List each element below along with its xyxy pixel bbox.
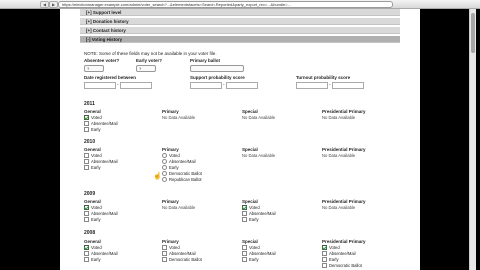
year-heading: 2009 [84,191,96,197]
turnout-from-input[interactable] [296,82,328,89]
absentee-label: Absentee voter? [84,58,120,63]
col-primary: Primary [162,199,179,204]
scrollbar[interactable] [469,9,476,270]
checkbox-absentee[interactable]: Absentee/Mail [242,251,276,257]
radio-voted[interactable]: Voted [162,153,180,159]
no-data-text: No Data Available [162,115,196,120]
section-donation-history[interactable]: [+] Donation history [80,18,400,25]
early-label: Early voter? [136,58,163,63]
checkbox-voted[interactable]: Voted [84,205,102,211]
checkbox-early[interactable]: Early [242,257,259,263]
mouse-cursor-icon: ☝ [153,173,162,180]
page-content: [+] Support level [+] Donation history [… [60,9,420,270]
primary-ballot-label: Primary ballot [190,58,221,63]
checkbox-absentee[interactable]: Absentee/Mail [322,251,356,257]
checkbox-voted[interactable]: Voted [84,153,102,159]
checkbox-early[interactable]: Early [84,217,101,223]
col-special: Special [242,147,258,152]
year-heading: 2008 [84,230,96,236]
arrow-left-icon[interactable]: ◀ [40,1,49,8]
col-presidential: Presidential Primary [322,199,366,204]
checkbox-voted[interactable]: Voted [84,115,102,121]
checkbox-absentee[interactable]: Absentee/Mail [162,251,196,257]
col-presidential: Presidential Primary [322,239,366,244]
col-general: General [84,199,101,204]
checkbox-democratic-ballot[interactable]: Democratic Ballot [162,257,202,263]
checkbox-early[interactable]: Early [84,257,101,263]
note-text: NOTE: Some of these fields may not be av… [84,51,217,56]
section-contact-history[interactable]: [+] Contact history [80,27,400,34]
checkbox-early[interactable]: Early [84,165,101,171]
no-data-text: No Data Available [322,205,356,210]
browser-toolbar: ◀ ▶ https://electionmanager.example.com/… [0,0,480,9]
col-special: Special [242,239,258,244]
col-general: General [84,239,101,244]
col-primary: Primary [162,147,179,152]
address-bar[interactable]: https://electionmanager.example.com/admi… [58,1,393,8]
year-heading: 2010 [84,139,96,145]
checkbox-early[interactable]: Early [84,127,101,133]
scrollbar-thumb[interactable] [471,13,475,53]
checkbox-early[interactable]: Early [322,257,339,263]
support-score-label: Support probability score [190,75,245,80]
col-general: General [84,147,101,152]
range-dash: - [329,82,331,87]
checkbox-voted[interactable]: Voted [242,205,260,211]
no-data-text: No Data Available [242,115,276,120]
turnout-to-input[interactable] [332,82,364,89]
support-to-input[interactable] [226,82,258,89]
checkbox-voted[interactable]: Voted [162,245,180,251]
checkbox-absentee[interactable]: Absentee/Mail [84,211,118,217]
col-primary: Primary [162,239,179,244]
year-heading: 2011 [84,101,95,107]
col-primary: Primary [162,109,179,114]
col-general: General [84,109,101,114]
checkbox-absentee[interactable]: Absentee/Mail [84,159,118,165]
section-voting-history[interactable]: [-] Voting History [80,36,400,43]
support-from-input[interactable] [190,82,222,89]
radio-absentee[interactable]: Absentee/Mail [162,159,196,165]
checkbox-absentee[interactable]: Absentee/Mail [84,121,118,127]
checkbox-voted[interactable]: Voted [322,245,340,251]
col-special: Special [242,199,258,204]
checkbox-early[interactable]: Early [242,217,259,223]
no-data-text: No Data Available [242,153,276,158]
early-select[interactable]: ? [136,65,156,72]
checkbox-democratic-ballot[interactable]: Democratic Ballot [322,263,362,269]
checkbox-voted[interactable]: Voted [84,245,102,251]
arrow-right-icon[interactable]: ▶ [49,1,58,8]
radio-democratic-ballot[interactable]: Democratic Ballot [162,171,202,177]
col-special: Special [242,109,258,114]
no-data-text: No Data Available [162,205,196,210]
absentee-select[interactable]: ? [84,65,104,72]
radio-early[interactable]: Early [162,165,179,171]
range-dash: - [223,82,225,87]
primary-ballot-select[interactable] [190,65,244,72]
col-presidential: Presidential Primary [322,147,366,152]
turnout-score-label: Turnout probability score [296,75,351,80]
no-data-text: No Data Available [322,115,356,120]
date-from-input[interactable] [84,82,116,89]
radio-republican-ballot[interactable]: Republican Ballot [162,177,202,183]
checkbox-voted[interactable]: Voted [242,245,260,251]
checkbox-absentee[interactable]: Absentee/Mail [84,251,118,257]
range-dash: - [117,82,119,87]
date-to-input[interactable] [120,82,152,89]
col-presidential: Presidential Primary [322,109,366,114]
checkbox-absentee[interactable]: Absentee/Mail [242,211,276,217]
date-registered-label: Date registered between [84,75,137,80]
section-support-level[interactable]: [+] Support level [80,9,400,16]
no-data-text: No Data Available [322,153,356,158]
